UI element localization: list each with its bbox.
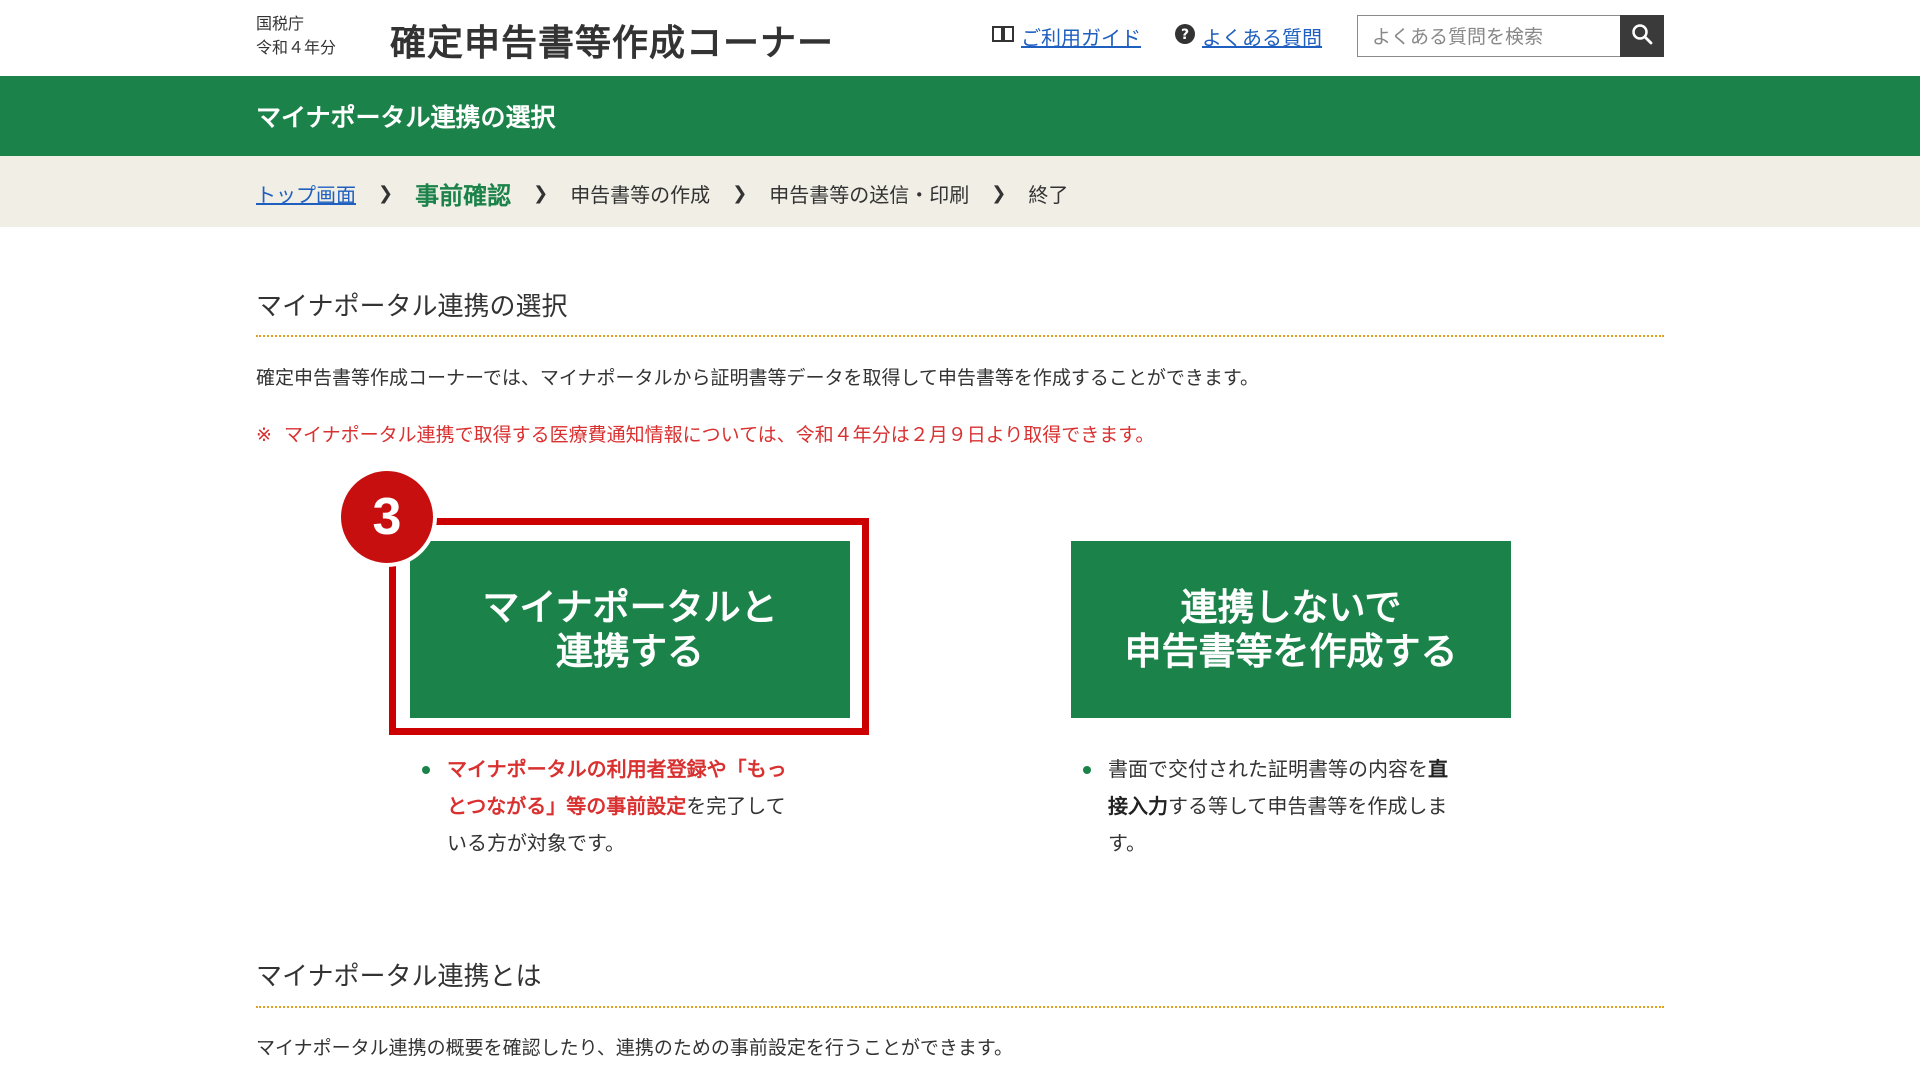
- section-description: マイナポータル連携の概要を確認したり、連携のための事前設定を行うことができます。: [256, 1037, 1013, 1059]
- bullet-icon: [1083, 766, 1091, 774]
- connect-description: マイナポータルの利用者登録や「もっとつながる」等の事前設定を完了している方が対象…: [422, 751, 805, 862]
- section-heading: マイナポータル連携とは: [256, 962, 542, 992]
- create-without-connect-button[interactable]: 連携しないで 申告書等を作成する: [1071, 541, 1511, 718]
- section-description: 確定申告書等作成コーナーでは、マイナポータルから証明書等データを取得して申告書等…: [256, 367, 1260, 389]
- notice-text: ※ マイナポータル連携で取得する医療費通知情報については、令和４年分は２月９日よ…: [256, 420, 1154, 447]
- faq-link[interactable]: ? よくある質問: [1174, 22, 1322, 51]
- breadcrumb-top[interactable]: トップ画面: [256, 179, 356, 208]
- agency-label: 国税庁 令和４年分: [256, 12, 336, 60]
- bullet-icon: [422, 766, 430, 774]
- breadcrumb-step-create: 申告書等の作成: [570, 183, 711, 207]
- divider: [256, 335, 1664, 337]
- noconnect-button-line2: 申告書等を作成する: [1124, 629, 1458, 673]
- tax-year: 令和４年分: [256, 38, 337, 57]
- noconnect-description-part1: 書面で交付された証明書等の内容を: [1108, 757, 1428, 781]
- divider: [256, 1006, 1664, 1008]
- chevron-right-icon: ❯: [991, 183, 1007, 204]
- guide-link-label: ご利用ガイド: [1021, 26, 1141, 50]
- section-heading: マイナポータル連携の選択: [256, 292, 568, 322]
- note-mark: ※: [256, 424, 272, 446]
- site-header: 国税庁 令和４年分 確定申告書等作成コーナー ご利用ガイド ? よくある質問: [0, 0, 1920, 76]
- agency-name: 国税庁: [256, 14, 305, 33]
- book-icon: [991, 24, 1015, 49]
- faq-search: [1357, 15, 1664, 57]
- site-title: 確定申告書等作成コーナー: [390, 23, 835, 64]
- chevron-right-icon: ❯: [378, 183, 394, 204]
- page-title-band: マイナポータル連携の選択: [0, 76, 1920, 156]
- search-input[interactable]: [1370, 24, 1614, 50]
- breadcrumb-current: 事前確認: [415, 182, 512, 210]
- breadcrumb-step-end: 終了: [1028, 183, 1069, 207]
- guide-link[interactable]: ご利用ガイド: [991, 22, 1141, 51]
- breadcrumb: トップ画面 ❯ 事前確認 ❯ 申告書等の作成 ❯ 申告書等の送信・印刷 ❯ 終了: [0, 156, 1920, 227]
- faq-link-label: よくある質問: [1202, 26, 1322, 50]
- chevron-right-icon: ❯: [732, 183, 748, 204]
- search-icon: [1631, 23, 1653, 49]
- breadcrumb-step-send: 申告書等の送信・印刷: [769, 183, 970, 207]
- noconnect-description: 書面で交付された証明書等の内容を直接入力する等して申告書等を作成します。: [1083, 751, 1466, 862]
- svg-text:?: ?: [1181, 27, 1189, 43]
- question-icon: ?: [1174, 23, 1196, 50]
- highlight-frame: [389, 518, 869, 735]
- step-badge: 3: [337, 467, 437, 567]
- page-title: マイナポータル連携の選択: [256, 103, 556, 132]
- noconnect-button-line1: 連携しないで: [1180, 585, 1402, 629]
- search-button[interactable]: [1620, 15, 1664, 57]
- note-body: マイナポータル連携で取得する医療費通知情報については、令和４年分は２月９日より取…: [284, 424, 1155, 446]
- chevron-right-icon: ❯: [533, 183, 549, 204]
